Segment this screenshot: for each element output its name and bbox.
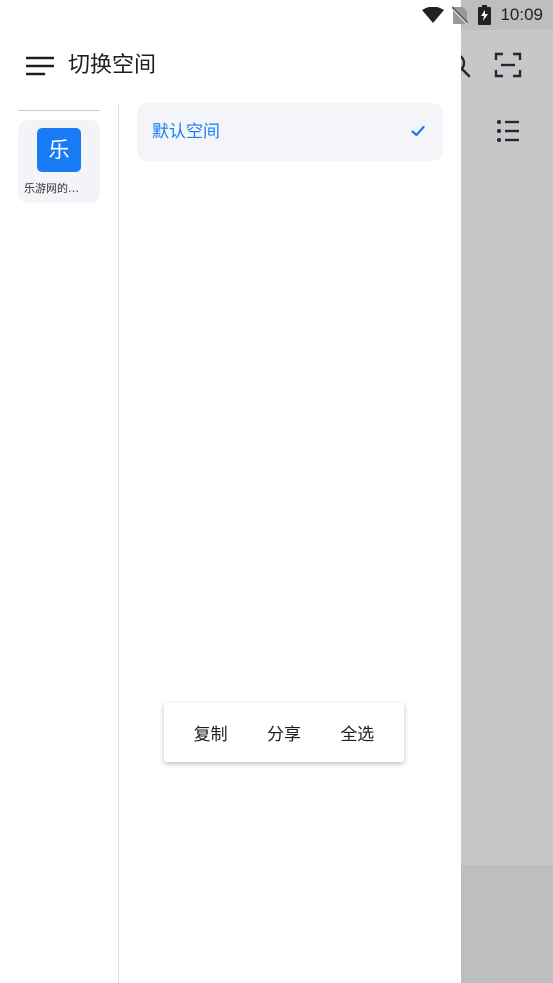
switch-space-drawer: 切换空间 乐 乐游网的… 默认空间	[0, 0, 461, 983]
share-button[interactable]: 分享	[261, 712, 307, 753]
space-card-label: 乐游网的…	[24, 182, 79, 195]
battery-charging-icon	[478, 5, 491, 25]
no-sim-icon	[452, 6, 468, 25]
wifi-icon	[422, 7, 444, 23]
space-item-default[interactable]: 默认空间	[137, 103, 443, 161]
text-context-menu: 复制 分享 全选	[164, 703, 404, 762]
rail-separator	[118, 103, 119, 983]
rail-divider	[18, 110, 100, 111]
status-time: 10:09	[500, 5, 543, 24]
status-bar: 10:09	[0, 0, 553, 30]
space-avatar: 乐	[37, 128, 81, 172]
menu-icon[interactable]	[26, 55, 54, 77]
select-all-button[interactable]: 全选	[334, 712, 380, 753]
drawer-title: 切换空间	[68, 53, 157, 78]
copy-button[interactable]: 复制	[188, 712, 234, 753]
screen: 10:09 切换空间 乐 乐游网的… 默认空间 复制 分享 全选	[0, 0, 553, 983]
space-item-label: 默认空间	[152, 122, 220, 142]
check-icon	[411, 125, 425, 137]
space-card[interactable]: 乐 乐游网的…	[18, 120, 100, 203]
drawer-header: 切换空间	[0, 30, 461, 102]
